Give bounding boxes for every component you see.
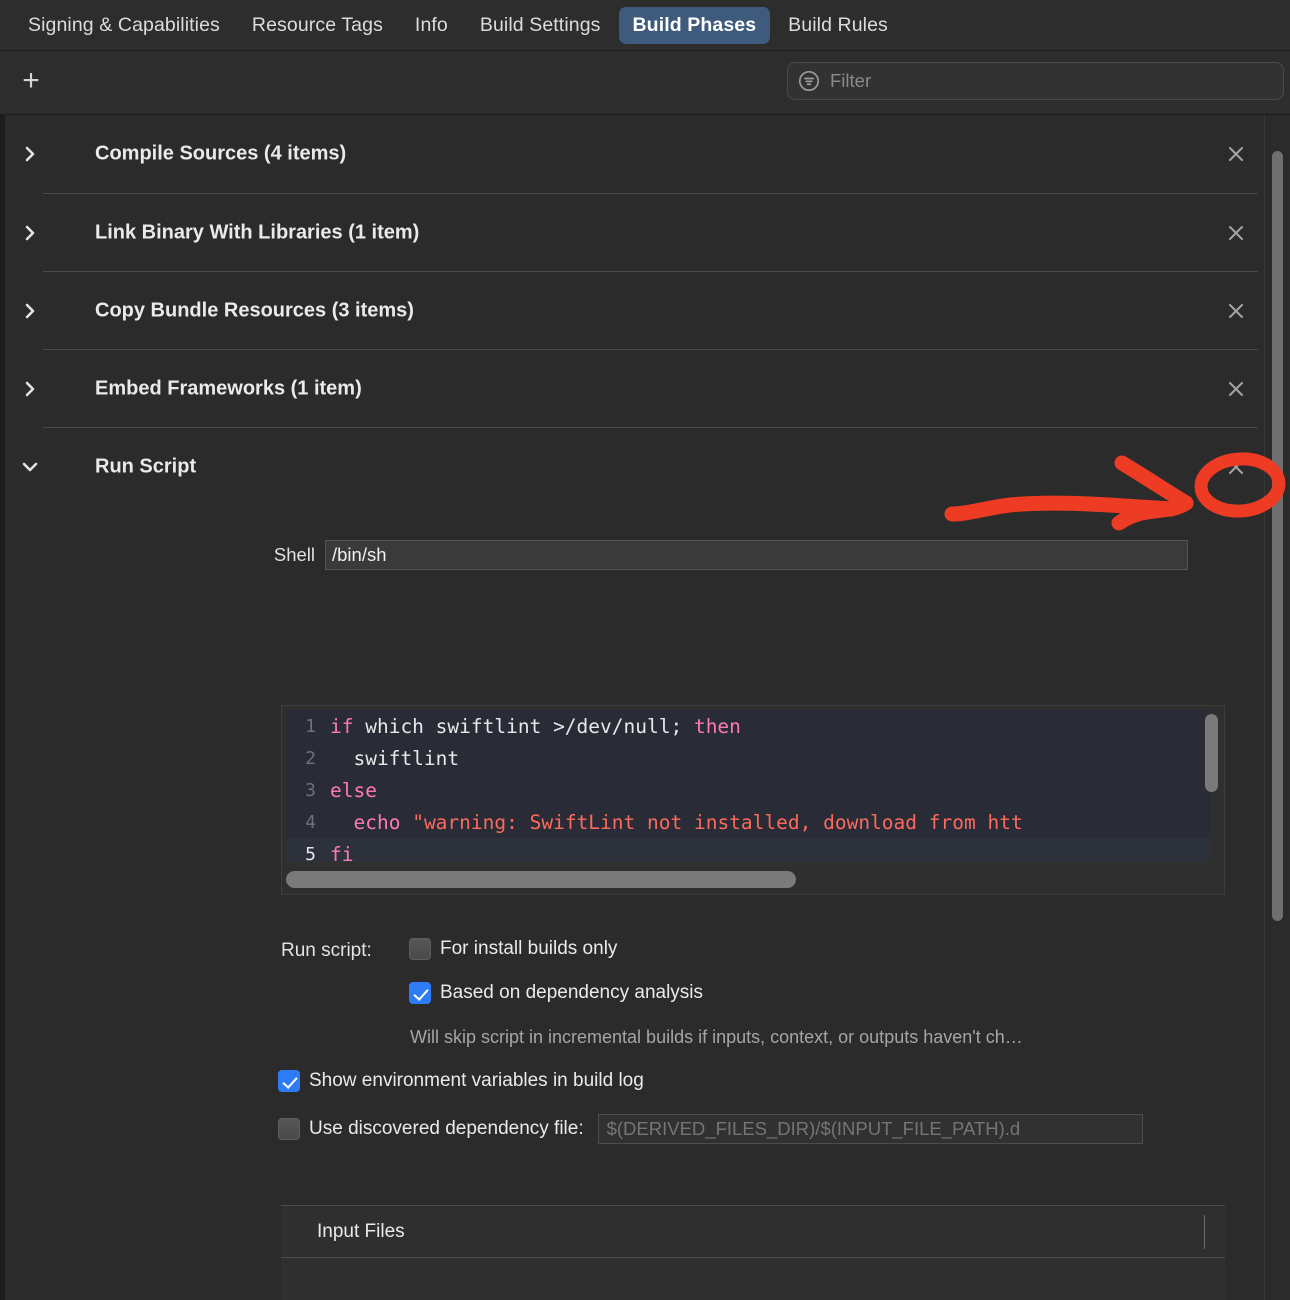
checkbox-checked-icon[interactable]	[278, 1070, 300, 1092]
token: fi	[330, 842, 354, 863]
run-script-title: Run Script	[95, 455, 197, 478]
line-content: if which swiftlint >/dev/null; then	[330, 715, 1210, 738]
option-use-discovered-dependency-file[interactable]: Use discovered dependency file:	[278, 1114, 1143, 1144]
phase-row-run-script: Run Script	[22, 427, 1258, 526]
option-label: Use discovered dependency file:	[309, 1118, 584, 1139]
editor-vertical-scrollbar[interactable]	[1205, 714, 1218, 856]
script-editor-text[interactable]: 1 if which swiftlint >/dev/null; then 2 …	[286, 710, 1210, 862]
checkbox-checked-icon[interactable]	[409, 982, 431, 1004]
option-show-environment-variables[interactable]: Show environment variables in build log	[278, 1070, 644, 1092]
option-label: Show environment variables in build log	[309, 1070, 644, 1091]
filter-field[interactable]: Filter	[787, 62, 1284, 100]
delete-phase-button[interactable]	[1224, 221, 1248, 245]
tab-info[interactable]: Info	[401, 7, 462, 44]
code-line: 3 else	[286, 774, 1210, 806]
token: if	[330, 714, 354, 738]
code-line: 1 if which swiftlint >/dev/null; then	[286, 710, 1210, 742]
script-editor[interactable]: 1 if which swiftlint >/dev/null; then 2 …	[281, 705, 1225, 895]
editor-horizontal-scroll-thumb[interactable]	[286, 871, 796, 888]
line-number: 2	[305, 747, 316, 769]
line-number: 3	[305, 779, 316, 801]
phase-title: Compile Sources (4 items)	[95, 142, 347, 165]
chevron-right-icon[interactable]	[20, 144, 40, 164]
line-content: swiftlint	[330, 747, 1210, 770]
pane-vertical-scroll-thumb[interactable]	[1272, 151, 1283, 921]
line-content: else	[330, 779, 1210, 802]
token: then	[693, 714, 741, 738]
target-editor-tabbar: Signing & Capabilities Resource Tags Inf…	[0, 0, 1290, 51]
code-line-current: 5 fi	[286, 838, 1210, 862]
option-for-install-builds-only[interactable]: For install builds only	[409, 938, 617, 960]
editor-vertical-scroll-thumb[interactable]	[1205, 714, 1218, 792]
phase-row-embed-frameworks[interactable]: Embed Frameworks (1 item)	[25, 349, 1258, 427]
token: echo	[353, 810, 401, 834]
phase-row-copy-bundle-resources[interactable]: Copy Bundle Resources (3 items)	[25, 271, 1258, 349]
line-content: fi	[330, 843, 1210, 863]
tab-signing-capabilities[interactable]: Signing & Capabilities	[14, 7, 234, 44]
option-based-on-dependency-analysis[interactable]: Based on dependency analysis	[409, 982, 703, 1004]
dependency-analysis-hint: Will skip script in incremental builds i…	[410, 1027, 1023, 1047]
token: swiftlint	[330, 746, 460, 770]
delete-phase-button[interactable]	[1224, 299, 1248, 323]
input-files-panel: Input Files Add input files here + −	[281, 1205, 1225, 1300]
xcode-build-phases-pane: Signing & Capabilities Resource Tags Inf…	[0, 0, 1290, 1300]
tab-build-phases[interactable]: Build Phases	[618, 6, 771, 44]
line-number: 1	[305, 715, 316, 737]
checkbox-unchecked-icon[interactable]	[278, 1118, 300, 1140]
pane-vertical-scrollbar[interactable]	[1264, 115, 1290, 1300]
delete-phase-button[interactable]	[1224, 377, 1248, 401]
line-content: echo "warning: SwiftLint not installed, …	[330, 811, 1210, 834]
option-label: For install builds only	[440, 938, 618, 959]
run-script-delete-button[interactable]	[1224, 455, 1248, 479]
shell-row: Shell	[243, 540, 1188, 570]
chevron-right-icon[interactable]	[20, 379, 40, 399]
build-phases-scroll-area: Compile Sources (4 items) Link Binary Wi…	[0, 115, 1290, 1300]
dependency-file-input[interactable]	[597, 1114, 1143, 1144]
input-files-column-header: Input Files	[317, 1220, 405, 1242]
phase-title: Link Binary With Libraries (1 item)	[95, 221, 420, 243]
delete-phase-button[interactable]	[1224, 142, 1248, 166]
code-line: 4 echo "warning: SwiftLint not installed…	[286, 806, 1210, 838]
column-divider[interactable]	[1204, 1215, 1205, 1249]
line-number: 4	[305, 811, 316, 833]
shell-input[interactable]	[325, 540, 1188, 570]
filter-icon	[798, 70, 820, 92]
input-files-empty-message: Add input files here	[281, 1258, 1225, 1300]
checkbox-unchecked-icon[interactable]	[409, 938, 431, 960]
token: which swiftlint >/dev/null;	[353, 714, 694, 738]
tab-resource-tags[interactable]: Resource Tags	[238, 7, 397, 44]
input-files-header: Input Files	[281, 1206, 1225, 1258]
editor-horizontal-scrollbar[interactable]	[286, 871, 1208, 888]
add-phase-button[interactable]: +	[16, 65, 46, 99]
run-script-header[interactable]: Run Script	[22, 428, 1258, 506]
build-phase-list: Compile Sources (4 items) Link Binary Wi…	[5, 115, 1263, 526]
tab-build-rules[interactable]: Build Rules	[774, 7, 902, 44]
code-line: 2 swiftlint	[286, 742, 1210, 774]
token: "warning: SwiftLint not installed, downl…	[412, 810, 1023, 834]
token: else	[330, 778, 377, 802]
chevron-right-icon[interactable]	[20, 301, 40, 321]
phase-row-link-binary-with-libraries[interactable]: Link Binary With Libraries (1 item)	[25, 193, 1258, 271]
phase-title: Copy Bundle Resources (3 items)	[95, 299, 414, 321]
line-number: 5	[305, 843, 316, 863]
chevron-right-icon[interactable]	[20, 223, 40, 243]
option-label: Based on dependency analysis	[440, 982, 704, 1003]
filter-placeholder: Filter	[830, 70, 872, 91]
chevron-down-icon[interactable]	[20, 457, 40, 477]
tab-build-settings[interactable]: Build Settings	[466, 7, 615, 44]
phase-row-compile-sources[interactable]: Compile Sources (4 items)	[25, 115, 1258, 193]
phase-title: Embed Frameworks (1 item)	[95, 377, 362, 399]
shell-label: Shell	[273, 544, 315, 565]
run-script-options-label: Run script:	[281, 940, 372, 961]
